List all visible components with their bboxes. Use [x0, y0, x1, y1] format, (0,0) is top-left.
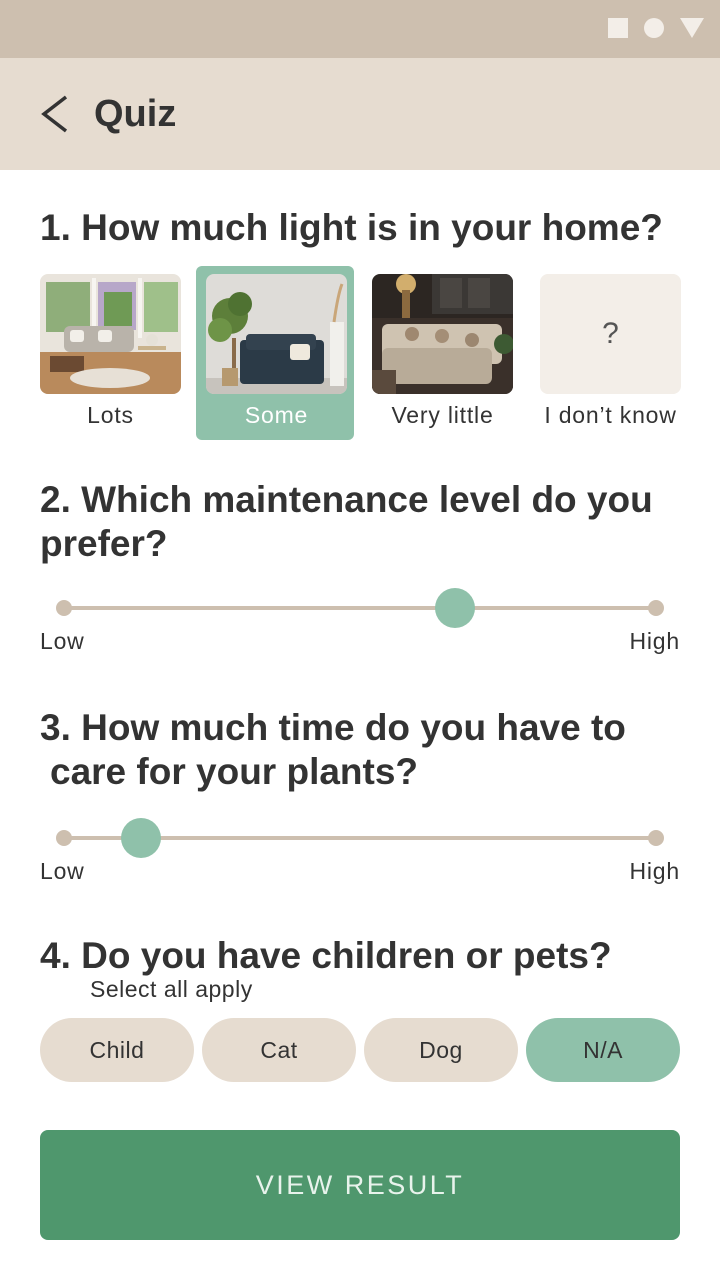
home-icon [644, 18, 664, 38]
chip-child[interactable]: Child [40, 1018, 194, 1082]
slider-min-dot [56, 600, 72, 616]
light-option-label: Lots [87, 402, 134, 428]
status-icons [608, 18, 704, 38]
light-option-unknown[interactable]: ? I don’t know [540, 266, 698, 440]
chip-na[interactable]: N/A [526, 1018, 680, 1082]
back-button[interactable] [36, 94, 76, 134]
light-option-some[interactable]: Some [196, 266, 354, 440]
question-care-time-line1: 3. How much time do you have to [40, 707, 626, 748]
light-option-label: Some [244, 402, 309, 428]
light-option-very-little[interactable]: Very little [372, 266, 530, 440]
slider-thumb[interactable] [120, 818, 161, 858]
chip-dog[interactable]: Dog [364, 1018, 518, 1082]
dim-living-room-image [372, 274, 513, 394]
care-time-slider[interactable]: Low High [40, 816, 680, 886]
chevron-left-icon [41, 95, 68, 133]
back-triangle-icon [680, 18, 704, 38]
question-light: 1. How much light is in your home? [40, 207, 663, 248]
app-bar: Quiz [0, 58, 720, 170]
slider-min-dot [56, 830, 72, 846]
slider-high-label: High [629, 628, 680, 654]
light-option-label: Very little [391, 402, 494, 428]
slider-max-dot [648, 830, 664, 846]
slider-max-dot [648, 600, 664, 616]
select-all-hint: Select all apply [90, 976, 253, 1002]
slider-low-label: Low [40, 858, 85, 884]
medium-light-room-image [206, 274, 347, 394]
question-maintenance: 2. Which maintenance level do you prefer… [40, 479, 653, 564]
question-children-pets: 4. Do you have children or pets? [40, 935, 612, 976]
slider-high-label: High [629, 858, 680, 884]
light-option-lots[interactable]: Lots [40, 266, 198, 440]
slider-thumb[interactable] [434, 588, 475, 628]
household-chips: Child Cat Dog N/A [40, 1018, 680, 1082]
light-option-label: I don’t know [544, 402, 677, 428]
slider-track [64, 606, 656, 610]
question-care-time: 3. How much time do you have to care for… [40, 706, 700, 794]
recent-apps-icon [608, 18, 628, 38]
maintenance-slider[interactable]: Low High [40, 586, 680, 656]
slider-low-label: Low [40, 628, 85, 654]
bright-living-room-image [40, 274, 181, 394]
status-bar [0, 0, 720, 58]
page-title: Quiz [94, 93, 177, 135]
question-mark-icon: ? [540, 274, 681, 394]
chip-cat[interactable]: Cat [202, 1018, 356, 1082]
view-result-button[interactable]: VIEW RESULT [40, 1130, 680, 1240]
question-care-time-line2: care for your plants? [50, 751, 419, 792]
light-options: Lots Some Very little ? I don’t know [40, 266, 681, 440]
